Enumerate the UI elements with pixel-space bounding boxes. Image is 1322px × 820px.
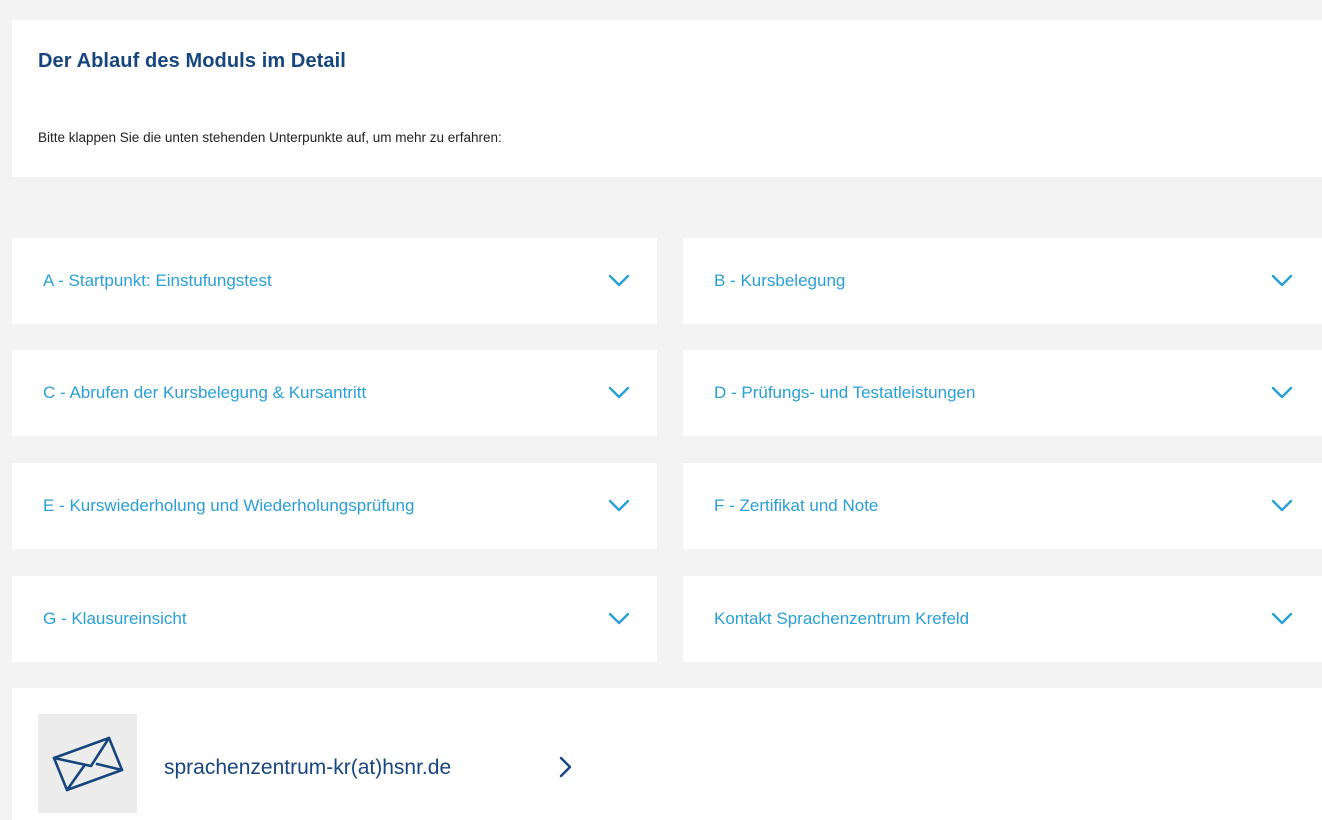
chevron-down-icon [608, 499, 630, 512]
section-intro-text: Bitte klappen Sie die unten stehenden Un… [38, 130, 502, 145]
accordion-item-label: E - Kurswiederholung und Wiederholungspr… [43, 496, 415, 515]
accordion-item-label: C - Abrufen der Kursbelegung & Kursantri… [43, 383, 367, 402]
accordion-item-label: F - Zertifikat und Note [714, 496, 879, 515]
accordion-item-label: A - Startpunkt: Einstufungstest [43, 271, 272, 290]
accordion-item-f[interactable]: F - Zertifikat und Note [683, 463, 1322, 549]
chevron-down-icon [608, 612, 630, 625]
accordion-item-label: B - Kursbelegung [714, 271, 846, 290]
contact-email-link[interactable]: sprachenzentrum-kr(at)hsnr.de [164, 756, 451, 780]
accordion-item-d[interactable]: D - Prüfungs- und Testatleistungen [683, 350, 1322, 436]
chevron-down-icon [608, 274, 630, 287]
intro-section: Der Ablauf des Moduls im Detail Bitte kl… [12, 20, 1322, 177]
envelope-icon [52, 736, 124, 792]
chevron-down-icon [608, 386, 630, 399]
chevron-right-icon[interactable] [558, 756, 572, 778]
accordion-item-c[interactable]: C - Abrufen der Kursbelegung & Kursantri… [12, 350, 657, 436]
accordion-item-a[interactable]: A - Startpunkt: Einstufungstest [12, 238, 657, 324]
chevron-down-icon [1271, 612, 1293, 625]
accordion-item-label: Kontakt Sprachenzentrum Krefeld [714, 609, 970, 628]
page-top-spacer [0, 0, 1322, 20]
accordion-item-e[interactable]: E - Kurswiederholung und Wiederholungspr… [12, 463, 657, 549]
chevron-down-icon [1271, 274, 1293, 287]
contact-card: sprachenzentrum-kr(at)hsnr.de [12, 688, 1322, 820]
accordion-item-label: D - Prüfungs- und Testatleistungen [714, 383, 976, 402]
chevron-down-icon [1271, 499, 1293, 512]
section-title: Der Ablauf des Moduls im Detail [38, 50, 346, 72]
accordion-item-g[interactable]: G - Klausureinsicht [12, 576, 657, 662]
accordion-item-label: G - Klausureinsicht [43, 609, 187, 628]
accordion-item-b[interactable]: B - Kursbelegung [683, 238, 1322, 324]
accordion-item-kontakt[interactable]: Kontakt Sprachenzentrum Krefeld [683, 576, 1322, 662]
envelope-icon-box [38, 714, 137, 813]
chevron-down-icon [1271, 386, 1293, 399]
